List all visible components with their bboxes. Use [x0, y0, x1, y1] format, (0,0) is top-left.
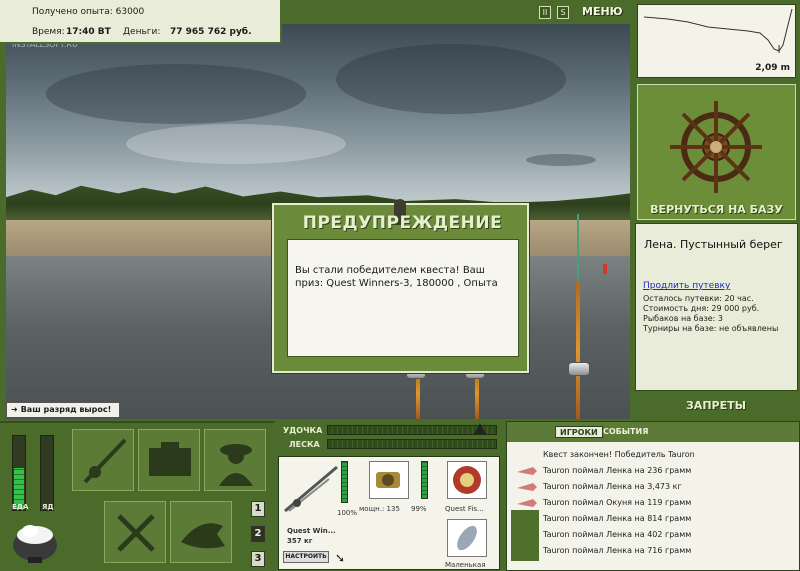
xp-label: Получено опыта: [32, 7, 113, 17]
fish-slot[interactable] [170, 501, 232, 563]
reel-power: мощн.: 135 [359, 505, 400, 513]
page-1-button[interactable]: 1 [251, 501, 265, 517]
lure-icon [517, 467, 537, 475]
rod-percent: 100% [337, 509, 358, 517]
bans-button[interactable]: ЗАПРЕТЫ [634, 395, 798, 415]
log-line: Tauron поймал Ленка на 716 грамм [543, 546, 692, 555]
rod-item-icon[interactable] [283, 461, 339, 515]
reel-slot[interactable] [369, 461, 409, 499]
arrow-down-right-icon: ➘ [335, 551, 346, 565]
rods-slot[interactable] [72, 429, 134, 491]
float-icon[interactable] [603, 264, 607, 274]
log-line: Tauron поймал Ленка на 236 грамм [543, 466, 692, 475]
day-cost: Стоимость дня: 29 000 руб. [643, 304, 760, 313]
tackle-box-icon [149, 442, 191, 476]
xp-value: 63000 [115, 7, 145, 17]
sound-button[interactable]: S [557, 6, 569, 19]
reel-item-icon [376, 472, 400, 488]
page-3-button[interactable]: 3 [251, 551, 265, 567]
time-value: 17:40 ВТ [66, 27, 111, 37]
tackle-box-slot[interactable] [138, 429, 200, 491]
tournaments-info: Турниры на базе: не объявлены [643, 324, 779, 333]
fish-icon [511, 527, 539, 544]
menu-button[interactable]: МЕНЮ [582, 6, 623, 19]
rank-up-toast[interactable]: ➜ Ваш разряд вырос! [6, 402, 120, 418]
reel-percent: 99% [411, 505, 427, 513]
tension-marker-icon [474, 423, 486, 434]
fisherman-slot[interactable] [204, 429, 266, 491]
rod-tip [577, 214, 579, 284]
dialog-message: Вы стали победителем квеста! Ваш приз: Q… [295, 265, 498, 289]
lure-icon [517, 483, 537, 491]
fork-knife-icon [117, 514, 155, 552]
setup-button[interactable]: НАСТРОИТЬ [283, 551, 329, 563]
log-line: Tauron поймал Ленка на 814 грамм [543, 514, 692, 523]
time-label: Время: [32, 27, 65, 37]
depth-value: 2,09 m [755, 63, 790, 73]
extend-permit-link[interactable]: Продлить путевку [643, 281, 730, 291]
log-line: Tauron поймал Ленка на 3,473 кг [543, 482, 682, 491]
status-panel: Получено опыта: 63000 Время: 17:40 ВТ Де… [0, 0, 282, 44]
dialog-body: Вы стали победителем квеста! Ваш приз: Q… [287, 239, 519, 357]
line-spool-icon [453, 466, 481, 494]
poison-label: ЯД [42, 503, 54, 511]
rod-name: Quest Win... [287, 527, 336, 535]
tackle-panel: УДОЧКА ЛЕСКА 100% Quest Win... 357 кг НА… [277, 421, 503, 571]
lure-icon [517, 499, 537, 507]
tab-players[interactable]: ИГРОКИ [555, 426, 603, 438]
tab-events[interactable]: СОБЫТИЯ [599, 426, 652, 438]
line-slot[interactable] [447, 461, 487, 499]
lure-slot[interactable] [447, 519, 487, 557]
food-meter [12, 435, 26, 511]
rod-label: УДОЧКА [283, 426, 323, 435]
location-info: Лена. Пустынный берег Продлить путевку О… [635, 223, 798, 391]
location-title: Лена. Пустынный берег [644, 238, 783, 251]
page-2-button[interactable]: 2 [251, 526, 265, 542]
permit-remaining: Осталось путевки: 20 час. [643, 294, 754, 303]
reel-durability-bar [421, 461, 428, 499]
money-label: Деньги: [123, 27, 161, 37]
money-value: 77 965 762 руб. [170, 27, 252, 37]
pause-button[interactable]: II [539, 6, 551, 19]
fish-icon [511, 510, 539, 527]
log-tabs: ИГРОКИ СОБЫТИЯ [507, 422, 799, 442]
fish-icon [511, 544, 539, 561]
inventory-panel: ЕДА ЯД 1 2 3 [0, 421, 275, 571]
food-slot[interactable] [104, 501, 166, 563]
rod-durability-bar [341, 461, 348, 503]
lure-name: Маленькая [445, 561, 486, 569]
log-line: Tauron поймал Ленка на 402 грамм [543, 530, 692, 539]
warning-dialog[interactable]: ПРЕДУПРЕЖДЕНИЕ Вы стали победителем квес… [272, 199, 529, 373]
log-line: Tauron поймал Окуня на 119 грамм [543, 498, 692, 507]
rank-up-text: Ваш разряд вырос! [20, 405, 112, 414]
fishing-rod-3[interactable] [576, 282, 580, 419]
rod-icon [83, 438, 127, 484]
ship-wheel-icon [670, 101, 762, 193]
depth-graph: 2,09 m [637, 4, 796, 78]
fisherman-icon [219, 444, 253, 486]
return-to-base-panel[interactable]: ВЕРНУТЬСЯ НА БАЗУ [637, 84, 796, 220]
arrow-right-icon: ➜ [11, 405, 18, 414]
line-name: Quest Fis... [445, 505, 484, 513]
reel-icon [568, 362, 590, 376]
rod-tension-bar [327, 425, 497, 435]
events-log: ИГРОКИ СОБЫТИЯ Квест закончен! Победител… [506, 421, 800, 571]
cauldron-icon[interactable] [8, 515, 62, 569]
spoon-lure-icon [457, 525, 477, 551]
return-to-base-button[interactable]: ВЕРНУТЬСЯ НА БАЗУ [638, 203, 795, 216]
tackle-box: 100% Quest Win... 357 кг НАСТРОИТЬ ➘ мощ… [278, 456, 500, 570]
rod-weight: 357 кг [287, 537, 313, 545]
poison-meter [40, 435, 54, 511]
fishers-count: Рыбаков на базе: 3 [643, 314, 723, 323]
line-tension-bar [327, 439, 497, 449]
fish-icon [181, 523, 225, 549]
food-label: ЕДА [12, 503, 29, 511]
log-line: Квест закончен! Победитель Tauron [543, 450, 695, 459]
dialog-title: ПРЕДУПРЕЖДЕНИЕ [302, 213, 503, 233]
line-label: ЛЕСКА [289, 440, 320, 449]
